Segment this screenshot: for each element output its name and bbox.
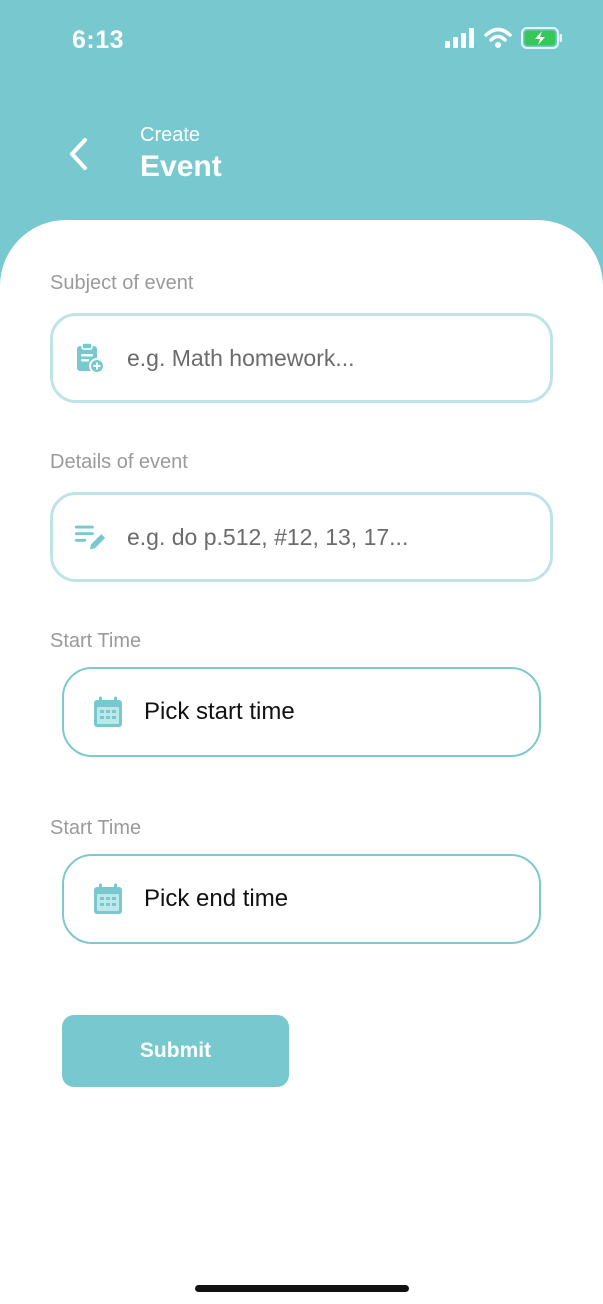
chevron-left-icon: [66, 136, 90, 177]
subject-placeholder: e.g. Math homework...: [127, 344, 355, 371]
page-title: Event: [140, 150, 222, 183]
subject-input[interactable]: e.g. Math homework...: [50, 313, 553, 403]
battery-charging-icon: [521, 27, 563, 54]
home-indicator[interactable]: [195, 1285, 409, 1292]
back-button[interactable]: [60, 136, 96, 176]
details-placeholder: e.g. do p.512, #12, 13, 17...: [127, 523, 409, 550]
start-time-label: Start Time: [50, 630, 142, 652]
signal-icon: [445, 28, 475, 53]
notes-edit-icon: [73, 520, 107, 554]
status-icons: [445, 27, 563, 54]
end-time-label: Start Time: [50, 817, 142, 839]
status-bar: 6:13: [0, 0, 603, 80]
header-subtitle: Create: [140, 124, 201, 146]
end-time-picker[interactable]: Pick end time: [62, 854, 541, 944]
form-sheet: Subject of event e.g. Math homework... D…: [0, 220, 603, 1304]
subject-label: Subject of event: [50, 272, 194, 294]
wifi-icon: [484, 27, 512, 54]
details-input[interactable]: e.g. do p.512, #12, 13, 17...: [50, 492, 553, 582]
start-time-value: Pick start time: [144, 698, 295, 725]
calendar-icon: [92, 696, 124, 728]
calendar-icon: [92, 883, 124, 915]
details-label: Details of event: [50, 451, 188, 473]
end-time-value: Pick end time: [144, 885, 289, 912]
submit-button[interactable]: Submit: [62, 1015, 289, 1087]
clipboard-add-icon: [73, 341, 107, 375]
start-time-picker[interactable]: Pick start time: [62, 667, 541, 757]
header: Create Event: [0, 110, 603, 210]
status-time: 6:13: [72, 26, 125, 54]
